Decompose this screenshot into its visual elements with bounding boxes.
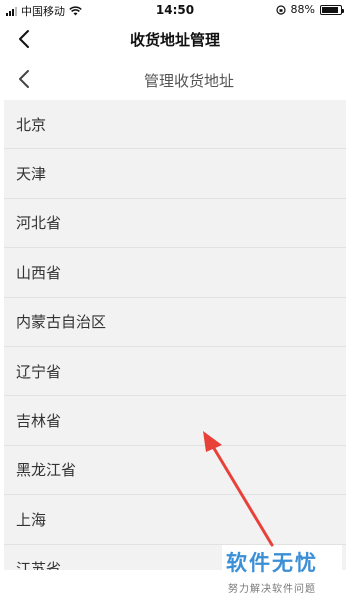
- status-right: 88%: [275, 3, 344, 16]
- list-item[interactable]: 内蒙古自治区: [4, 298, 346, 347]
- battery-icon: [320, 4, 344, 15]
- battery-percent: 88%: [290, 3, 315, 16]
- list-item[interactable]: 辽宁省: [4, 347, 346, 397]
- subheader: 管理收货地址: [0, 58, 350, 100]
- list-item[interactable]: 吉林省: [4, 396, 346, 446]
- list-item[interactable]: 河北省: [4, 199, 346, 249]
- page-title: 收货地址管理: [129, 31, 220, 49]
- watermark-tagline: 努力解决软件问题: [228, 584, 316, 595]
- list-item[interactable]: 山西省: [4, 248, 346, 298]
- navbar: 收货地址管理: [0, 20, 350, 58]
- status-bar: 中国移动 14:50 88%: [0, 0, 350, 20]
- list-item[interactable]: 天津: [4, 149, 346, 199]
- orientation-lock-icon: [275, 4, 286, 15]
- watermark-logo: 软件无忧: [226, 551, 318, 575]
- battery-fill: [322, 6, 338, 13]
- list-item[interactable]: 上海: [4, 495, 346, 545]
- list-item[interactable]: 黑龙江省: [4, 446, 346, 496]
- subheader-title: 管理收货地址: [143, 72, 234, 90]
- province-list: 北京 天津 河北省 山西省 内蒙古自治区 辽宁省 吉林省 黑龙江省 上海 江苏省: [4, 100, 346, 570]
- list-item[interactable]: 北京: [4, 100, 346, 150]
